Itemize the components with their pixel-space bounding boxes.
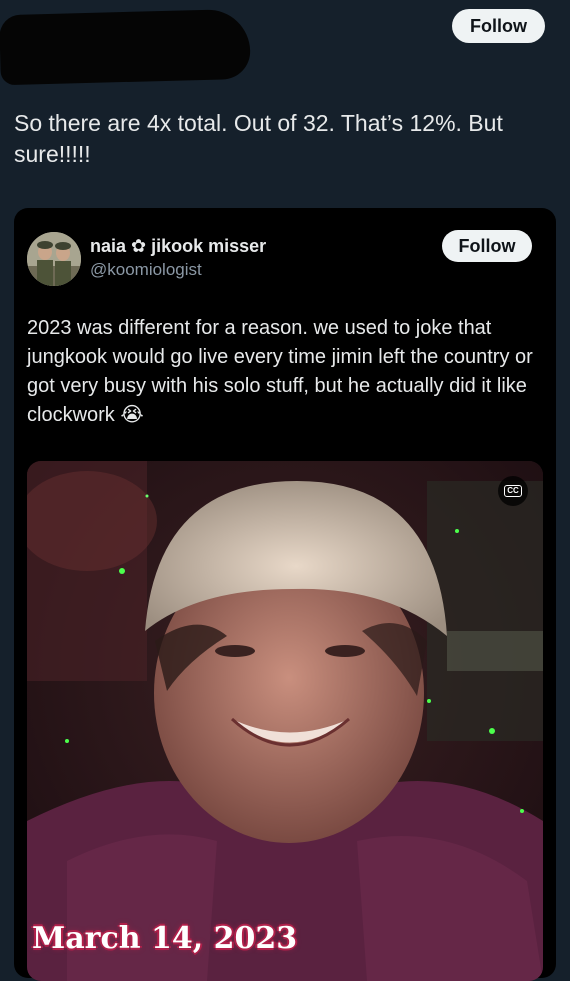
follow-button[interactable]: Follow (452, 9, 545, 43)
quoted-author-handle[interactable]: @koomiologist (90, 260, 202, 280)
video-frame-image (27, 461, 543, 981)
quoted-follow-button[interactable]: Follow (442, 230, 532, 262)
video-date-caption: March 14, 2023 (32, 921, 298, 956)
closed-captions-icon[interactable]: CC (498, 476, 528, 506)
video-thumbnail[interactable]: CC March 14, 2023 (27, 461, 543, 981)
redacted-username (0, 8, 251, 86)
avatar[interactable] (27, 232, 81, 286)
post-text: So there are 4x total. Out of 32. That’s… (14, 110, 503, 167)
quoted-author-name[interactable]: naia ✿ jikook misser (90, 236, 266, 257)
quoted-post[interactable]: naia ✿ jikook misser @koomiologist Follo… (14, 208, 556, 981)
cc-label: CC (504, 485, 522, 497)
quoted-post-text: 2023 was different for a reason. we used… (27, 317, 533, 426)
